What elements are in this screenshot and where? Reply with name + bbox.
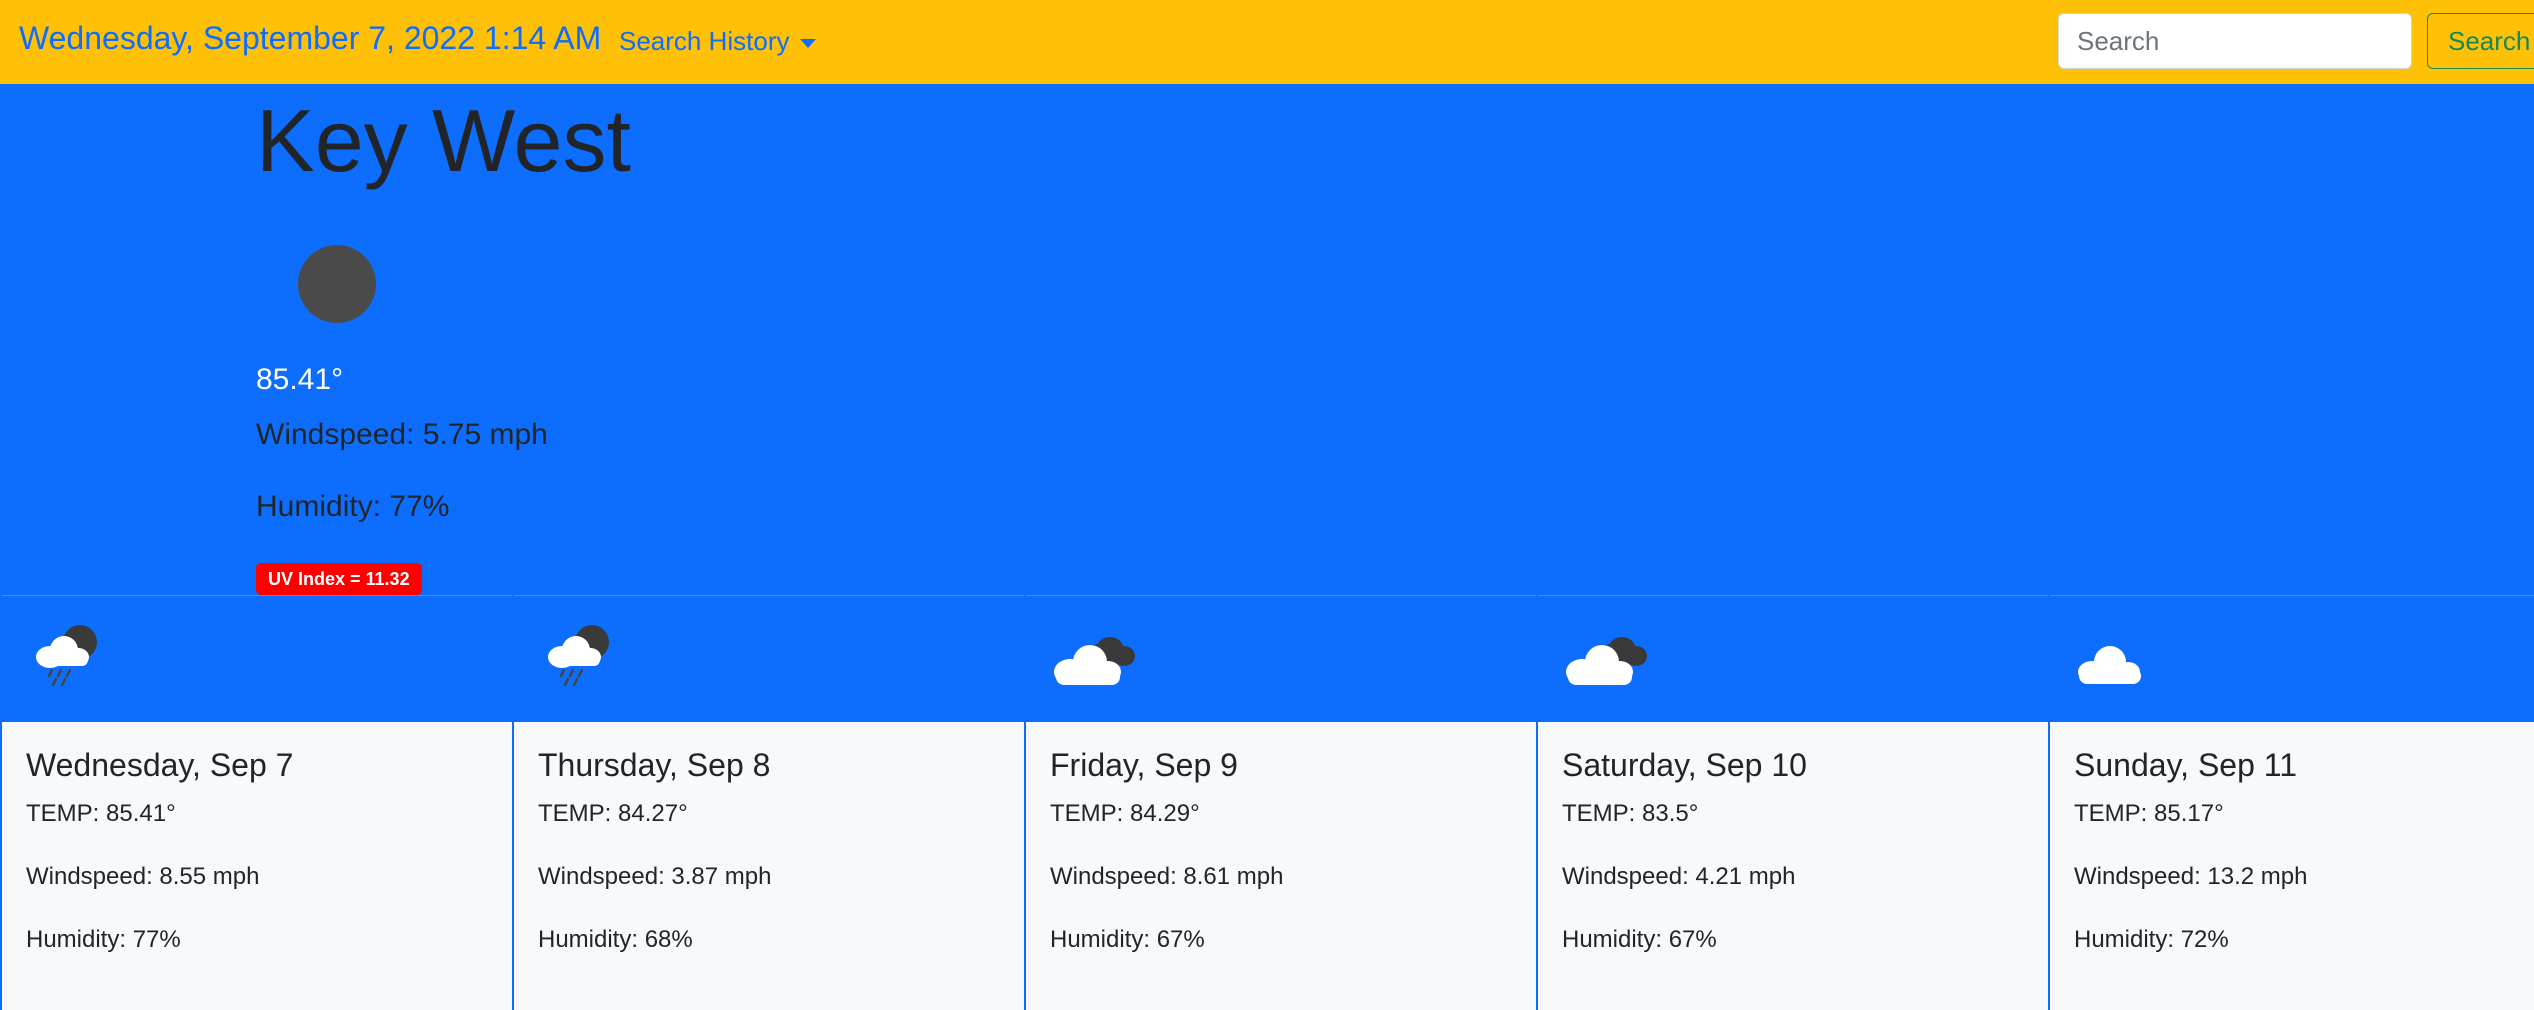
forecast-temp: TEMP: 84.27° xyxy=(538,800,688,827)
city-name: Key West xyxy=(256,91,631,190)
search-button[interactable]: Search xyxy=(2427,13,2534,69)
forecast-card: Wednesday, Sep 7 TEMP: 85.41° Windspeed:… xyxy=(0,595,512,1010)
forecast-card-header xyxy=(2050,595,2534,723)
cloud-icon xyxy=(2078,646,2141,684)
forecast-windspeed: Windspeed: 13.2 mph xyxy=(2074,863,2308,890)
forecast-temp: TEMP: 85.41° xyxy=(26,800,176,827)
forecast-card-header xyxy=(2,595,512,723)
current-datetime[interactable]: Wednesday, September 7, 2022 1:14 AM xyxy=(19,20,601,57)
forecast-card-header xyxy=(514,595,1024,723)
forecast-temp: TEMP: 84.29° xyxy=(1050,800,1200,827)
forecast-row: Wednesday, Sep 7 TEMP: 85.41° Windspeed:… xyxy=(0,595,2534,1010)
forecast-temp: TEMP: 85.17° xyxy=(2074,800,2224,827)
navbar: Wednesday, September 7, 2022 1:14 AM Sea… xyxy=(0,0,2534,84)
forecast-day: Thursday, Sep 8 xyxy=(538,747,771,783)
forecast-temp: TEMP: 83.5° xyxy=(1562,800,1699,827)
forecast-windspeed: Windspeed: 8.55 mph xyxy=(26,863,260,890)
forecast-windspeed: Windspeed: 3.87 mph xyxy=(538,863,772,890)
rain-cloud-moon-icon xyxy=(548,625,609,687)
current-weather-icon xyxy=(298,245,376,323)
forecast-humidity: Humidity: 77% xyxy=(26,926,181,953)
forecast-card-header xyxy=(1538,595,2048,723)
forecast-windspeed: Windspeed: 8.61 mph xyxy=(1050,863,1284,890)
rain-cloud-moon-icon xyxy=(36,625,97,687)
forecast-day: Wednesday, Sep 7 xyxy=(26,747,294,783)
current-temperature: 85.41° xyxy=(256,363,344,396)
forecast-day: Saturday, Sep 10 xyxy=(1562,747,1807,783)
forecast-card-header xyxy=(1026,595,1536,723)
search-history-label: Search History xyxy=(619,26,790,56)
forecast-humidity: Humidity: 72% xyxy=(2074,926,2229,953)
broken-clouds-icon xyxy=(1054,637,1135,685)
forecast-humidity: Humidity: 67% xyxy=(1050,926,1205,953)
forecast-card: Sunday, Sep 11 TEMP: 85.17° Windspeed: 1… xyxy=(2048,595,2534,1010)
forecast-day: Sunday, Sep 11 xyxy=(2074,747,2297,783)
forecast-card: Saturday, Sep 10 TEMP: 83.5° Windspeed: … xyxy=(1536,595,2048,1010)
current-humidity: Humidity: 77% xyxy=(256,490,450,523)
current-windspeed: Windspeed: 5.75 mph xyxy=(256,418,548,451)
forecast-card: Friday, Sep 9 TEMP: 84.29° Windspeed: 8.… xyxy=(1024,595,1536,1010)
forecast-windspeed: Windspeed: 4.21 mph xyxy=(1562,863,1796,890)
uv-index-badge: UV Index = 11.32 xyxy=(256,563,422,595)
search-input[interactable] xyxy=(2058,13,2412,69)
caret-down-icon xyxy=(799,38,816,48)
broken-clouds-icon xyxy=(1566,637,1647,685)
forecast-card: Thursday, Sep 8 TEMP: 84.27° Windspeed: … xyxy=(512,595,1024,1010)
forecast-humidity: Humidity: 67% xyxy=(1562,926,1717,953)
forecast-day: Friday, Sep 9 xyxy=(1050,747,1238,783)
search-history-dropdown[interactable]: Search History xyxy=(619,26,816,57)
forecast-humidity: Humidity: 68% xyxy=(538,926,693,953)
